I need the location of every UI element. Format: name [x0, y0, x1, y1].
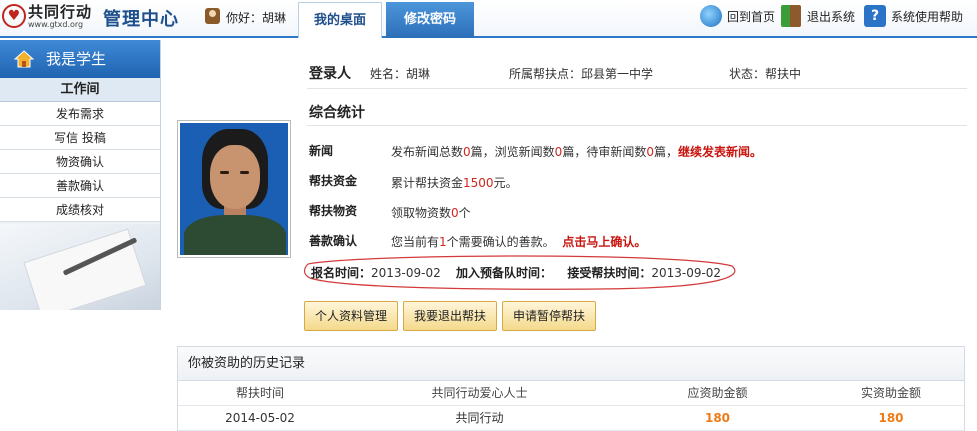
sidebar-decoration-image	[0, 224, 160, 310]
news-stats: 发布新闻总数0篇，浏览新闻数0篇，待审新闻数0篇，继续发表新闻。	[391, 143, 762, 160]
app-title: 管理中心	[103, 9, 179, 30]
funds-amount: 1500	[463, 176, 494, 190]
history-table-header: 帮扶时间 共同行动爱心人士 应资助金额 实资助金额	[178, 381, 964, 406]
register-time-value: 2013-09-02	[371, 266, 441, 280]
history-title: 你被资助的历史记录	[178, 347, 964, 381]
logo[interactable]: ♥ 共同行动 www.gtxd.org	[0, 0, 100, 36]
divider	[307, 125, 967, 126]
logo-emblem-icon: ♥	[2, 4, 26, 28]
sidebar-title-text: 我是学生	[46, 50, 107, 68]
register-time-label: 报名时间：	[311, 266, 372, 280]
accept-time-label: 接受帮扶时间：	[567, 266, 652, 280]
history-panel: 你被资助的历史记录 帮扶时间 共同行动爱心人士 应资助金额 实资助金额 2014…	[177, 346, 965, 431]
funds-text: 累计帮扶资金	[391, 176, 464, 190]
cell-paid: 180	[878, 411, 904, 425]
tab-change-password[interactable]: 修改密码	[386, 2, 474, 38]
house-icon	[14, 50, 34, 68]
student-photo	[177, 120, 291, 258]
donation-suffix: 个需要确认的善款。	[446, 235, 555, 249]
logout-link[interactable]: 退出系统	[807, 8, 855, 25]
accept-time-value: 2013-09-02	[651, 266, 722, 280]
user-avatar-icon	[205, 8, 220, 24]
student-name: 姓名：胡琳	[370, 67, 431, 81]
support-status: 状态：帮扶中	[729, 67, 802, 81]
news-total-count: 0	[463, 145, 471, 159]
pause-support-button[interactable]: 申请暂停帮扶	[502, 301, 597, 331]
news-suffix: 篇，	[653, 145, 678, 159]
goods-stats: 领取物资数0个	[391, 204, 471, 221]
donation-label: 善款确认	[309, 234, 358, 248]
support-school: 所属帮扶点：邱县第一中学	[509, 67, 654, 81]
back-to-home-link[interactable]: 回到首页	[727, 8, 775, 25]
exit-door-icon[interactable]	[781, 5, 801, 27]
sidebar-item-publish-need[interactable]: 发布需求	[0, 102, 160, 126]
photo-eye-left	[220, 171, 229, 174]
sidebar-item-grade-check[interactable]: 成绩核对	[0, 198, 160, 222]
sidebar-item-donation-confirm[interactable]: 善款确认	[0, 174, 160, 198]
home-globe-icon[interactable]	[700, 5, 722, 27]
reserve-time-label: 加入预备队时间：	[456, 266, 553, 280]
goods-label: 帮扶物资	[309, 204, 358, 218]
news-pending-count: 0	[646, 145, 654, 159]
user-greeting: 你好：胡琳	[226, 11, 287, 25]
goods-unit: 个	[458, 206, 471, 220]
logo-url: www.gtxd.org	[28, 20, 84, 29]
goods-text: 领取物资数	[391, 206, 452, 220]
news-viewed-text: 篇，浏览新闻数	[470, 145, 555, 159]
photo-body	[184, 215, 286, 255]
col-support-time: 帮扶时间	[235, 386, 284, 400]
col-donor: 共同行动爱心人士	[431, 386, 528, 400]
col-due-amount: 应资助金额	[687, 386, 748, 400]
login-person-label: 登录人	[309, 66, 351, 82]
logo-text: 共同行动	[28, 3, 93, 21]
table-row: 2014-05-02 共同行动 180 180	[178, 406, 964, 431]
timeline-dates: 报名时间：2013-09-02 加入预备队时间： 接受帮扶时间：2013-09-…	[311, 264, 721, 281]
cell-donor: 共同行动	[455, 411, 504, 425]
divider	[307, 88, 967, 89]
photo-face	[210, 145, 260, 209]
profile-manage-button[interactable]: 个人资料管理	[304, 301, 399, 331]
student-photo-image	[180, 123, 288, 255]
tab-my-desktop[interactable]: 我的桌面	[298, 2, 382, 38]
header-bar: ♥ 共同行动 www.gtxd.org 管理中心 你好：胡琳 我的桌面 修改密码…	[0, 0, 977, 38]
donation-text: 您当前有	[391, 235, 440, 249]
funds-unit: 元。	[493, 176, 518, 190]
goods-count: 0	[451, 206, 459, 220]
sidebar: 我是学生 工作间 发布需求 写信 投稿 物资确认 善款确认 成绩核对	[0, 40, 161, 310]
confirm-donation-link[interactable]: 点击马上确认。	[562, 235, 646, 249]
news-pending-text: 篇，待审新闻数	[562, 145, 647, 159]
col-paid-amount: 实资助金额	[860, 386, 921, 400]
cell-date: 2014-05-02	[225, 411, 295, 425]
news-label: 新闻	[309, 144, 334, 158]
continue-news-link[interactable]: 继续发表新闻。	[678, 145, 762, 159]
stats-title: 综合统计	[309, 105, 365, 121]
cell-due: 180	[704, 411, 731, 425]
funds-label: 帮扶资金	[309, 174, 358, 188]
help-link[interactable]: 系统使用帮助	[891, 8, 963, 25]
sidebar-title: 我是学生	[0, 40, 160, 78]
sidebar-item-write-letter[interactable]: 写信 投稿	[0, 126, 160, 150]
help-icon[interactable]: ?	[864, 5, 886, 27]
photo-eye-right	[240, 171, 249, 174]
sidebar-item-goods-confirm[interactable]: 物资确认	[0, 150, 160, 174]
funds-stats: 累计帮扶资金1500元。	[391, 174, 518, 191]
sidebar-section-workspace: 工作间	[0, 78, 160, 102]
quit-support-button[interactable]: 我要退出帮扶	[403, 301, 498, 331]
donation-stats: 您当前有1个需要确认的善款。 点击马上确认。	[391, 233, 646, 250]
news-total-text: 发布新闻总数	[391, 145, 464, 159]
donation-count: 1	[439, 235, 447, 249]
